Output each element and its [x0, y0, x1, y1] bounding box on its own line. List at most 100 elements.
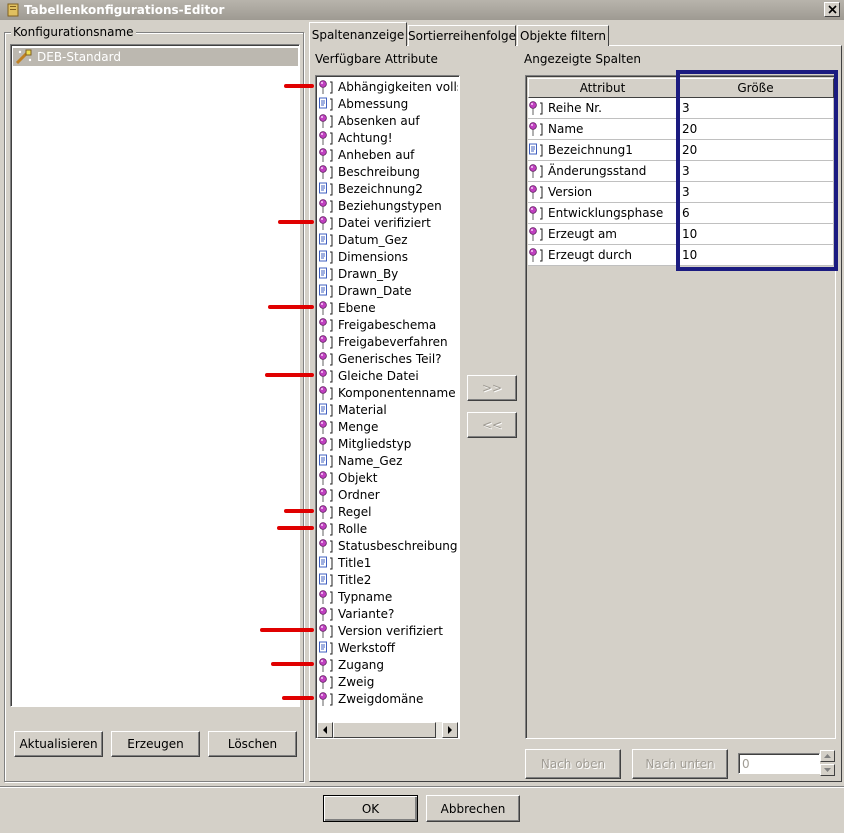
available-attribute-item[interactable]: Komponentenname: [318, 384, 458, 401]
available-attribute-item[interactable]: Generisches Teil?: [318, 350, 458, 367]
available-attribute-item[interactable]: Abhängigkeiten vollständig: [318, 78, 458, 95]
available-attribute-label: Beziehungstypen: [338, 198, 442, 213]
tab-sort-order[interactable]: Sortierreihenfolge: [408, 25, 516, 46]
available-attribute-item[interactable]: Datum_Gez: [318, 231, 458, 248]
cell-size[interactable]: 6: [677, 203, 834, 224]
available-attribute-item[interactable]: Werkstoff: [318, 639, 458, 656]
pin-icon: [319, 334, 333, 349]
available-attribute-item[interactable]: Objekt: [318, 469, 458, 486]
available-attribute-item[interactable]: Material: [318, 401, 458, 418]
table-row[interactable]: Name 20: [528, 119, 834, 140]
available-attribute-item[interactable]: Beschreibung: [318, 163, 458, 180]
available-attribute-item[interactable]: Achtung!: [318, 129, 458, 146]
scroll-thumb[interactable]: [333, 722, 436, 738]
red-marker: [260, 628, 314, 632]
tab-column-display[interactable]: Spaltenanzeige: [309, 22, 407, 46]
available-attribute-item[interactable]: Statusbeschreibung: [318, 537, 458, 554]
table-row[interactable]: Erzeugt am 10: [528, 224, 834, 245]
available-list-hscrollbar[interactable]: [317, 722, 458, 738]
move-up-button[interactable]: Nach oben: [525, 749, 621, 779]
config-list[interactable]: DEB-Standard: [10, 44, 300, 707]
available-attributes-label: Verfügbare Attribute: [315, 52, 438, 66]
move-down-button[interactable]: Nach unten: [632, 749, 728, 779]
available-attribute-item[interactable]: Variante?: [318, 605, 458, 622]
cell-attribute[interactable]: Version: [528, 182, 677, 203]
available-attribute-item[interactable]: Beziehungstypen: [318, 197, 458, 214]
available-attribute-item[interactable]: Mitgliedstyp: [318, 435, 458, 452]
cell-attribute[interactable]: Erzeugt am: [528, 224, 677, 245]
close-button[interactable]: [824, 2, 840, 17]
available-attribute-item[interactable]: Typname: [318, 588, 458, 605]
table-row[interactable]: Erzeugt durch 10: [528, 245, 834, 266]
config-item-deb-standard[interactable]: DEB-Standard: [13, 48, 298, 66]
available-attribute-item[interactable]: Zweigdomäne: [318, 690, 458, 707]
available-attribute-item[interactable]: Menge: [318, 418, 458, 435]
cell-attribute-label: Bezeichnung1: [548, 143, 633, 157]
available-attribute-item[interactable]: Rolle: [318, 520, 458, 537]
available-attribute-item[interactable]: Ebene: [318, 299, 458, 316]
table-row[interactable]: Bezeichnung1 20: [528, 140, 834, 161]
available-attribute-item[interactable]: Title2: [318, 571, 458, 588]
spin-down-button[interactable]: [820, 764, 835, 776]
available-attribute-item[interactable]: Name_Gez: [318, 452, 458, 469]
arrow-right-icon: [448, 726, 452, 734]
cell-attribute[interactable]: Erzeugt durch: [528, 245, 677, 266]
available-attribute-item[interactable]: Ordner: [318, 486, 458, 503]
scroll-right-button[interactable]: [442, 722, 458, 738]
cell-attribute[interactable]: Entwicklungsphase: [528, 203, 677, 224]
config-item-label: DEB-Standard: [37, 50, 121, 64]
remove-column-button[interactable]: <<: [467, 412, 517, 438]
column-header-size[interactable]: Größe: [677, 78, 834, 98]
available-attribute-item[interactable]: Gleiche Datei: [318, 367, 458, 384]
create-button[interactable]: Erzeugen: [111, 731, 200, 757]
available-attribute-label: Drawn_Date: [338, 283, 412, 298]
table-row[interactable]: Änderungsstand 3: [528, 161, 834, 182]
cell-size[interactable]: 10: [677, 224, 834, 245]
doc-icon: [529, 143, 543, 157]
available-attribute-item[interactable]: Abmessung: [318, 95, 458, 112]
cancel-button[interactable]: Abbrechen: [426, 795, 520, 822]
displayed-columns-label: Angezeigte Spalten: [524, 52, 641, 66]
footer-separator: [0, 786, 844, 788]
cell-attribute[interactable]: Änderungsstand: [528, 161, 677, 182]
available-attribute-item[interactable]: Version verifiziert: [318, 622, 458, 639]
available-attribute-item[interactable]: Drawn_By: [318, 265, 458, 282]
displayed-columns-table[interactable]: Attribut Größe Reihe Nr. 3 Name 20 Bezeichnu…: [525, 75, 836, 739]
cell-size[interactable]: 20: [677, 119, 834, 140]
available-attribute-item[interactable]: Freigabeschema: [318, 316, 458, 333]
available-attribute-item[interactable]: Datei verifiziert: [318, 214, 458, 231]
available-attribute-item[interactable]: Zugang: [318, 656, 458, 673]
cell-size[interactable]: 10: [677, 245, 834, 266]
cell-size[interactable]: 3: [677, 182, 834, 203]
table-row[interactable]: Reihe Nr. 3: [528, 98, 834, 119]
cell-size[interactable]: 20: [677, 140, 834, 161]
cell-attribute[interactable]: Name: [528, 119, 677, 140]
position-input[interactable]: [738, 753, 820, 774]
available-attribute-item[interactable]: Drawn_Date: [318, 282, 458, 299]
available-attribute-item[interactable]: Bezeichnung2: [318, 180, 458, 197]
cell-size[interactable]: 3: [677, 161, 834, 182]
column-header-attribute[interactable]: Attribut: [528, 78, 677, 98]
available-attribute-item[interactable]: Dimensions: [318, 248, 458, 265]
available-attributes-list[interactable]: Abhängigkeiten vollständig Abmessung Absen…: [315, 75, 460, 739]
cell-attribute[interactable]: Reihe Nr.: [528, 98, 677, 119]
add-column-button[interactable]: >>: [467, 375, 517, 401]
available-attribute-item[interactable]: Regel: [318, 503, 458, 520]
ok-button[interactable]: OK: [323, 795, 418, 822]
tab-filter-objects[interactable]: Objekte filtern: [517, 25, 609, 46]
delete-button[interactable]: Löschen: [208, 731, 297, 757]
cell-size[interactable]: 3: [677, 98, 834, 119]
scroll-left-button[interactable]: [317, 722, 333, 738]
cell-attribute[interactable]: Bezeichnung1: [528, 140, 677, 161]
spin-up-button[interactable]: [820, 750, 835, 762]
available-attribute-item[interactable]: Anheben auf: [318, 146, 458, 163]
available-attribute-item[interactable]: Absenken auf: [318, 112, 458, 129]
table-row[interactable]: Version 3: [528, 182, 834, 203]
refresh-button[interactable]: Aktualisieren: [14, 731, 103, 757]
available-attribute-item[interactable]: Zweig: [318, 673, 458, 690]
available-attribute-item[interactable]: Freigabeverfahren: [318, 333, 458, 350]
table-row[interactable]: Entwicklungsphase 6: [528, 203, 834, 224]
available-attribute-label: Statusbeschreibung: [338, 538, 458, 553]
available-attribute-item[interactable]: Title1: [318, 554, 458, 571]
pin-icon: [529, 206, 543, 220]
